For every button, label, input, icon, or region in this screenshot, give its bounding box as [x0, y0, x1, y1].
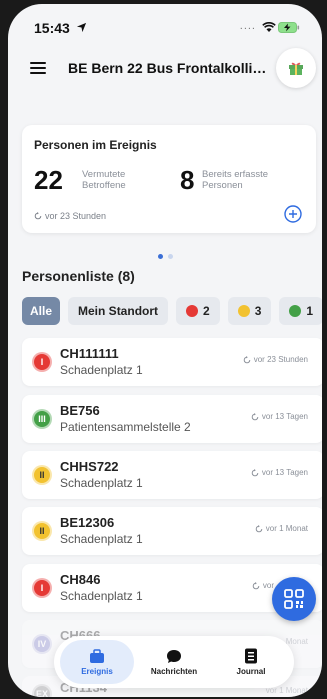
person-location: Schadenplatz 1 [60, 363, 143, 377]
battery-charging-icon [278, 22, 300, 33]
summary-card: Personen im Ereignis 22 Vermutete Betrof… [22, 125, 316, 233]
person-time: vor [252, 581, 274, 590]
add-person-icon[interactable] [284, 205, 302, 223]
person-time-text: vor 13 Tagen [261, 412, 308, 421]
person-time: vor 23 Stunden [243, 355, 308, 364]
list-item[interactable]: I CH111111 Schadenplatz 1 vor 23 Stunden [22, 338, 322, 386]
recorded-label-line2: Personen [202, 180, 243, 191]
filter-all[interactable]: Alle [22, 297, 61, 325]
person-time: vor 1 Monat [255, 524, 308, 533]
person-list-heading: Personenliste (8) [22, 268, 135, 284]
event-title: BE Bern 22 Bus Frontalkollisi... [68, 60, 272, 76]
person-location: Schadenplatz 1 [60, 532, 143, 546]
summary-card-title: Personen im Ereignis [34, 138, 157, 152]
person-time-text: vor 13 Tagen [261, 468, 308, 477]
recorded-label-line1: Bereits erfasste [202, 169, 268, 180]
location-arrow-icon [76, 22, 87, 33]
tab-journal[interactable]: Journal [214, 640, 288, 684]
refresh-icon [251, 412, 259, 420]
wifi-icon [262, 22, 276, 32]
person-id: BE756 [60, 403, 100, 418]
suspected-label-line2: Betroffene [82, 180, 126, 191]
summary-updated: vor 23 Stunden [34, 211, 106, 221]
filter-red-count: 2 [203, 304, 210, 318]
refresh-icon [251, 468, 259, 476]
category-badge: III [32, 409, 52, 429]
status-time: 15:43 [34, 20, 70, 36]
filter-green[interactable]: 1 [279, 297, 322, 325]
journal-icon [245, 648, 257, 664]
refresh-icon [255, 524, 263, 532]
status-bar: 15:43 .... [8, 18, 322, 38]
list-item[interactable]: II BE12306 Schadenplatz 1 vor 1 Monat [22, 507, 322, 555]
pager-dot[interactable] [168, 254, 173, 259]
person-time-text: vor [262, 581, 274, 590]
person-id: CH846 [60, 572, 101, 587]
category-badge: II [32, 521, 52, 541]
filter-chips: Alle Mein Standort 2 3 1 [22, 297, 322, 325]
category-badge: II [32, 465, 52, 485]
chat-bubble-icon [167, 649, 181, 663]
qr-scan-button[interactable] [272, 577, 316, 621]
tab-ereignis[interactable]: Ereignis [60, 640, 134, 684]
filter-green-count: 1 [306, 304, 314, 318]
category-badge: IV [32, 634, 52, 654]
person-time: Monat [285, 637, 308, 646]
suspected-count: 22 [34, 165, 63, 195]
category-badge: I [32, 578, 52, 598]
list-item[interactable]: III BE756 Patientensammelstelle 2 vor 13… [22, 395, 322, 443]
filter-red[interactable]: 2 [176, 297, 220, 325]
person-time-text: vor 23 Stunden [253, 355, 308, 364]
suspected-label-line1: Vermutete [82, 169, 126, 180]
yellow-dot-icon [237, 305, 250, 317]
tab-label: Journal [236, 667, 266, 676]
filter-my-location[interactable]: Mein Standort [68, 297, 169, 325]
filter-yellow[interactable]: 3 [227, 297, 272, 325]
refresh-icon [34, 212, 42, 220]
red-dot-icon [186, 305, 199, 317]
person-time: vor 13 Tagen [251, 468, 308, 477]
tab-nachrichten[interactable]: Nachrichten [137, 640, 211, 684]
refresh-icon [243, 355, 251, 363]
menu-button[interactable] [24, 54, 52, 82]
green-dot-icon [289, 305, 302, 317]
tab-label: Ereignis [81, 666, 113, 676]
category-badge: I [32, 352, 52, 372]
gift-button[interactable] [276, 48, 316, 88]
app-header: BE Bern 22 Bus Frontalkollisi... [8, 48, 322, 88]
person-location: Schadenplatz 1 [60, 476, 143, 490]
filter-yellow-count: 3 [254, 304, 262, 318]
recorded-count: 8 [180, 165, 195, 195]
gift-icon [289, 62, 303, 75]
person-time-text: vor 1 Monat [265, 524, 308, 533]
card-pager[interactable] [158, 254, 173, 259]
person-id: BE12306 [60, 515, 115, 530]
person-id: CHHS722 [60, 459, 119, 474]
person-location: Schadenplatz 1 [60, 589, 143, 603]
summary-updated-text: vor 23 Stunden [45, 211, 107, 221]
pager-dot-active[interactable] [158, 254, 163, 259]
recorded-label: Bereits erfasste Personen [202, 169, 268, 191]
category-badge: EX [32, 684, 52, 697]
person-id: CH111111 [60, 346, 119, 361]
phone-screen: 15:43 .... BE Bern 22 Bus Frontalkollisi… [8, 4, 322, 697]
suspected-label: Vermutete Betroffene [82, 169, 126, 191]
qr-code-icon [284, 589, 304, 609]
hamburger-icon [30, 62, 46, 74]
signal-dots: .... [239, 20, 256, 32]
person-location: Patientensammelstelle 2 [60, 420, 191, 434]
list-item[interactable]: II CHHS722 Schadenplatz 1 vor 13 Tagen [22, 451, 322, 499]
briefcase-icon [90, 648, 104, 663]
tab-label: Nachrichten [150, 666, 198, 676]
refresh-icon [252, 581, 260, 589]
bottom-tab-bar: Ereignis Nachrichten Journal [54, 636, 294, 688]
person-time: vor 13 Tagen [251, 412, 308, 421]
